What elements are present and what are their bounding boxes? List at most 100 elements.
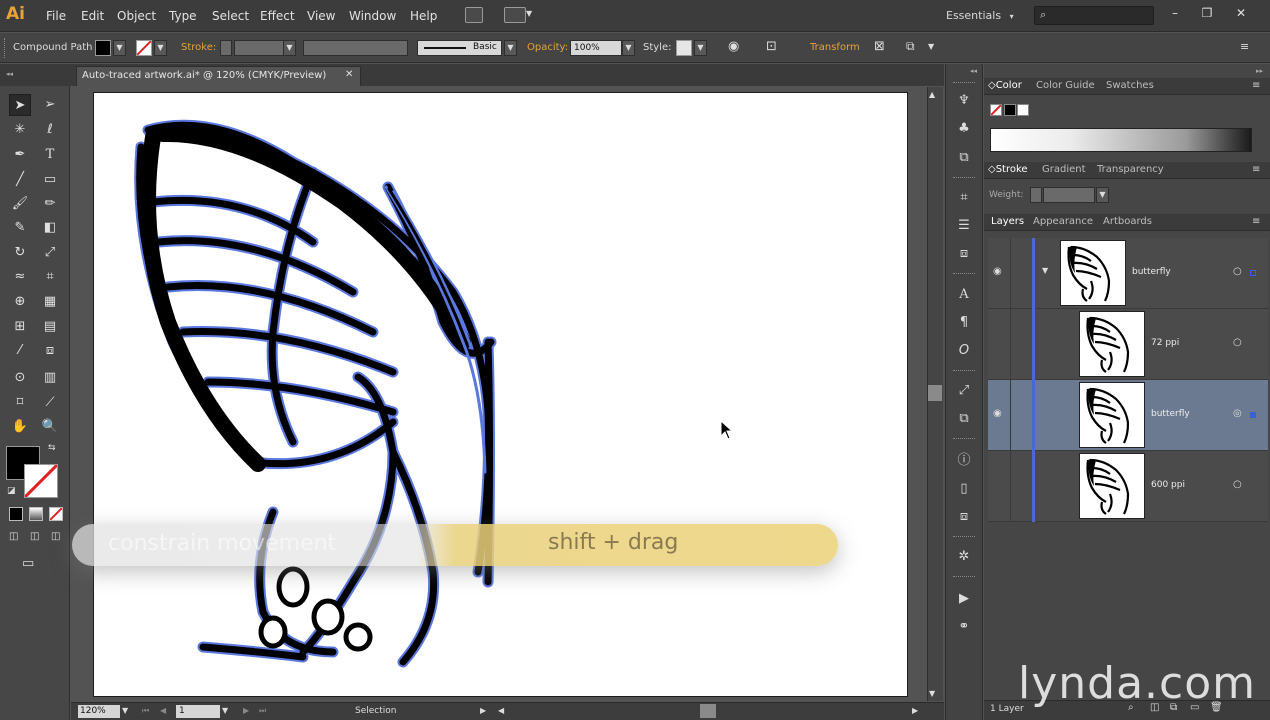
magic-wand-tool-icon[interactable]: ✳ [9, 119, 31, 141]
scroll-left-icon[interactable]: ◀ [498, 706, 504, 715]
menu-effect[interactable]: Effect [260, 9, 295, 23]
lock-column[interactable] [1010, 380, 1011, 451]
tab-appearance[interactable]: Appearance [1033, 216, 1093, 227]
stroke-weight-field[interactable] [234, 40, 284, 56]
restore-button[interactable]: ❐ [1194, 4, 1220, 23]
symbols-panel-icon[interactable]: ♣ [953, 118, 975, 140]
menu-file[interactable]: File [46, 9, 66, 23]
document-setup-icon[interactable]: ⧉ [906, 39, 915, 54]
lasso-tool-icon[interactable]: ℓ [39, 119, 61, 141]
draw-behind-icon[interactable]: ◫ [30, 531, 39, 542]
tab-layers[interactable]: Layers [991, 216, 1024, 227]
scroll-right-icon[interactable]: ▶ [912, 706, 918, 715]
transform-link[interactable]: Transform [810, 42, 860, 53]
brush-definition[interactable]: Basic [417, 40, 502, 56]
visibility-toggle-icon[interactable]: ◉ [993, 408, 1007, 422]
gradient-tool-icon[interactable]: ▤ [39, 316, 61, 338]
paragraph-panel-icon[interactable]: ¶ [953, 312, 975, 334]
stroke-dropdown-icon[interactable]: ▼ [154, 40, 167, 56]
draw-normal-icon[interactable]: ◫ [9, 531, 18, 542]
eraser-tool-icon[interactable]: ◧ [39, 217, 61, 239]
menu-help[interactable]: Help [410, 9, 437, 23]
asset-export-panel-icon[interactable]: ⤢ [953, 380, 975, 402]
rotate-tool-icon[interactable]: ↻ [9, 242, 31, 264]
layer-name[interactable]: 72 ppi [1151, 338, 1179, 348]
visibility-toggle-icon[interactable] [993, 337, 1007, 351]
collapse-arrows-icon[interactable]: ◂◂ [6, 70, 13, 78]
scale-tool-icon[interactable]: ⤢ [39, 242, 61, 264]
pen-tool-icon[interactable]: ✒ [9, 144, 31, 166]
direct-selection-tool-icon[interactable]: ➢ [39, 94, 61, 116]
paintbrush-tool-icon[interactable]: 🖌 [9, 193, 31, 215]
black-swatch[interactable] [1004, 104, 1016, 116]
status-menu-icon[interactable]: ▶ [480, 706, 486, 715]
layer-name[interactable]: butterfly [1132, 267, 1171, 277]
lock-column[interactable] [1010, 238, 1011, 309]
tab-transparency[interactable]: Transparency [1097, 164, 1164, 175]
panel-menu-icon[interactable]: ≡ [1252, 80, 1260, 91]
last-artboard-icon[interactable]: ⏭ [259, 706, 266, 716]
panel-menu-icon[interactable]: ≡ [1240, 40, 1249, 53]
tab-stroke[interactable]: ◇Stroke [988, 164, 1028, 175]
arrange-documents-icon[interactable] [504, 7, 526, 23]
control-menu-dropdown-icon[interactable]: ▼ [928, 42, 934, 51]
selection-indicator[interactable] [1250, 412, 1256, 418]
shape-builder-tool-icon[interactable]: ⊕ [9, 291, 31, 313]
target-circle-icon[interactable]: ◎ [1233, 408, 1242, 419]
opacity-label[interactable]: Opacity: [527, 42, 568, 53]
zoom-tool-icon[interactable]: 🔍 [39, 416, 61, 438]
align-icon[interactable]: ⊡ [766, 39, 777, 54]
artboard-dropdown-icon[interactable]: ▼ [222, 706, 228, 715]
white-swatch[interactable] [1017, 104, 1029, 116]
draw-inside-icon[interactable]: ◫ [51, 531, 60, 542]
layer-name[interactable]: 600 ppi [1151, 480, 1185, 490]
fill-swatch[interactable] [95, 40, 111, 56]
column-graph-tool-icon[interactable]: ▥ [39, 367, 61, 389]
zoom-dropdown-icon[interactable]: ▼ [122, 706, 128, 715]
style-dropdown-icon[interactable]: ▼ [694, 40, 707, 56]
menu-select[interactable]: Select [212, 9, 249, 23]
rectangle-tool-icon[interactable]: ▭ [39, 169, 61, 191]
color-spectrum-ramp[interactable] [990, 128, 1252, 152]
recolor-artwork-icon[interactable]: ◉ [728, 39, 739, 54]
none-swatch[interactable] [990, 104, 1002, 116]
selection-tool-icon[interactable]: ➤ [9, 94, 31, 116]
minimize-button[interactable]: – [1162, 4, 1188, 23]
expand-panels-icon[interactable]: ◂◂ [970, 67, 977, 75]
opentype-panel-icon[interactable]: O [953, 340, 975, 362]
gradient-mode-icon[interactable] [29, 507, 43, 521]
stroke-weight-dropdown-icon[interactable]: ▼ [283, 40, 296, 56]
info-panel-icon[interactable]: ⓘ [953, 450, 975, 472]
selection-indicator[interactable] [1250, 270, 1256, 276]
character-panel-icon[interactable]: A [953, 284, 975, 306]
screen-mode-icon[interactable]: ▭ [22, 556, 34, 571]
opacity-field[interactable]: 100% [570, 40, 622, 56]
swap-colors-icon[interactable]: ⇆ [48, 443, 56, 453]
perspective-grid-tool-icon[interactable]: ▦ [39, 291, 61, 313]
navigator-panel-icon[interactable]: ✲ [953, 546, 975, 568]
graphic-styles-panel-icon[interactable]: ⧉ [953, 147, 975, 169]
panel-menu-icon[interactable]: ≡ [1252, 164, 1260, 175]
tab-swatches[interactable]: Swatches [1106, 80, 1154, 91]
visibility-toggle-icon[interactable]: ◉ [993, 266, 1007, 280]
flattener-preview-panel-icon[interactable]: ⧈ [953, 506, 975, 528]
menu-type[interactable]: Type [169, 9, 197, 23]
brush-dropdown-icon[interactable]: ▼ [504, 40, 517, 56]
tab-color[interactable]: ◇Color [988, 80, 1022, 91]
expand-layer-icon[interactable]: ▼ [1042, 266, 1048, 275]
symbol-sprayer-tool-icon[interactable]: ⊙ [9, 367, 31, 389]
variable-width-profile[interactable] [303, 40, 408, 56]
menu-view[interactable]: View [307, 9, 335, 23]
default-colors-icon[interactable]: ◪ [7, 486, 16, 496]
align-panel-icon[interactable]: ☰ [953, 215, 975, 237]
hand-tool-icon[interactable]: ✋ [9, 416, 31, 438]
layer-name[interactable]: butterfly [1151, 409, 1190, 419]
links-chain-icon[interactable]: ⚭ [953, 616, 975, 638]
panel-menu-icon[interactable]: ≡ [1252, 216, 1260, 227]
workspace-switcher[interactable]: Essentials ▾ [946, 9, 1014, 22]
transform-panel-icon[interactable]: ⌗ [953, 187, 975, 209]
vertical-scroll-thumb[interactable] [928, 385, 942, 401]
artboard-tool-icon[interactable]: ⌑ [9, 392, 31, 414]
bridge-icon[interactable] [465, 7, 483, 23]
scroll-up-icon[interactable]: ▲ [929, 90, 935, 99]
